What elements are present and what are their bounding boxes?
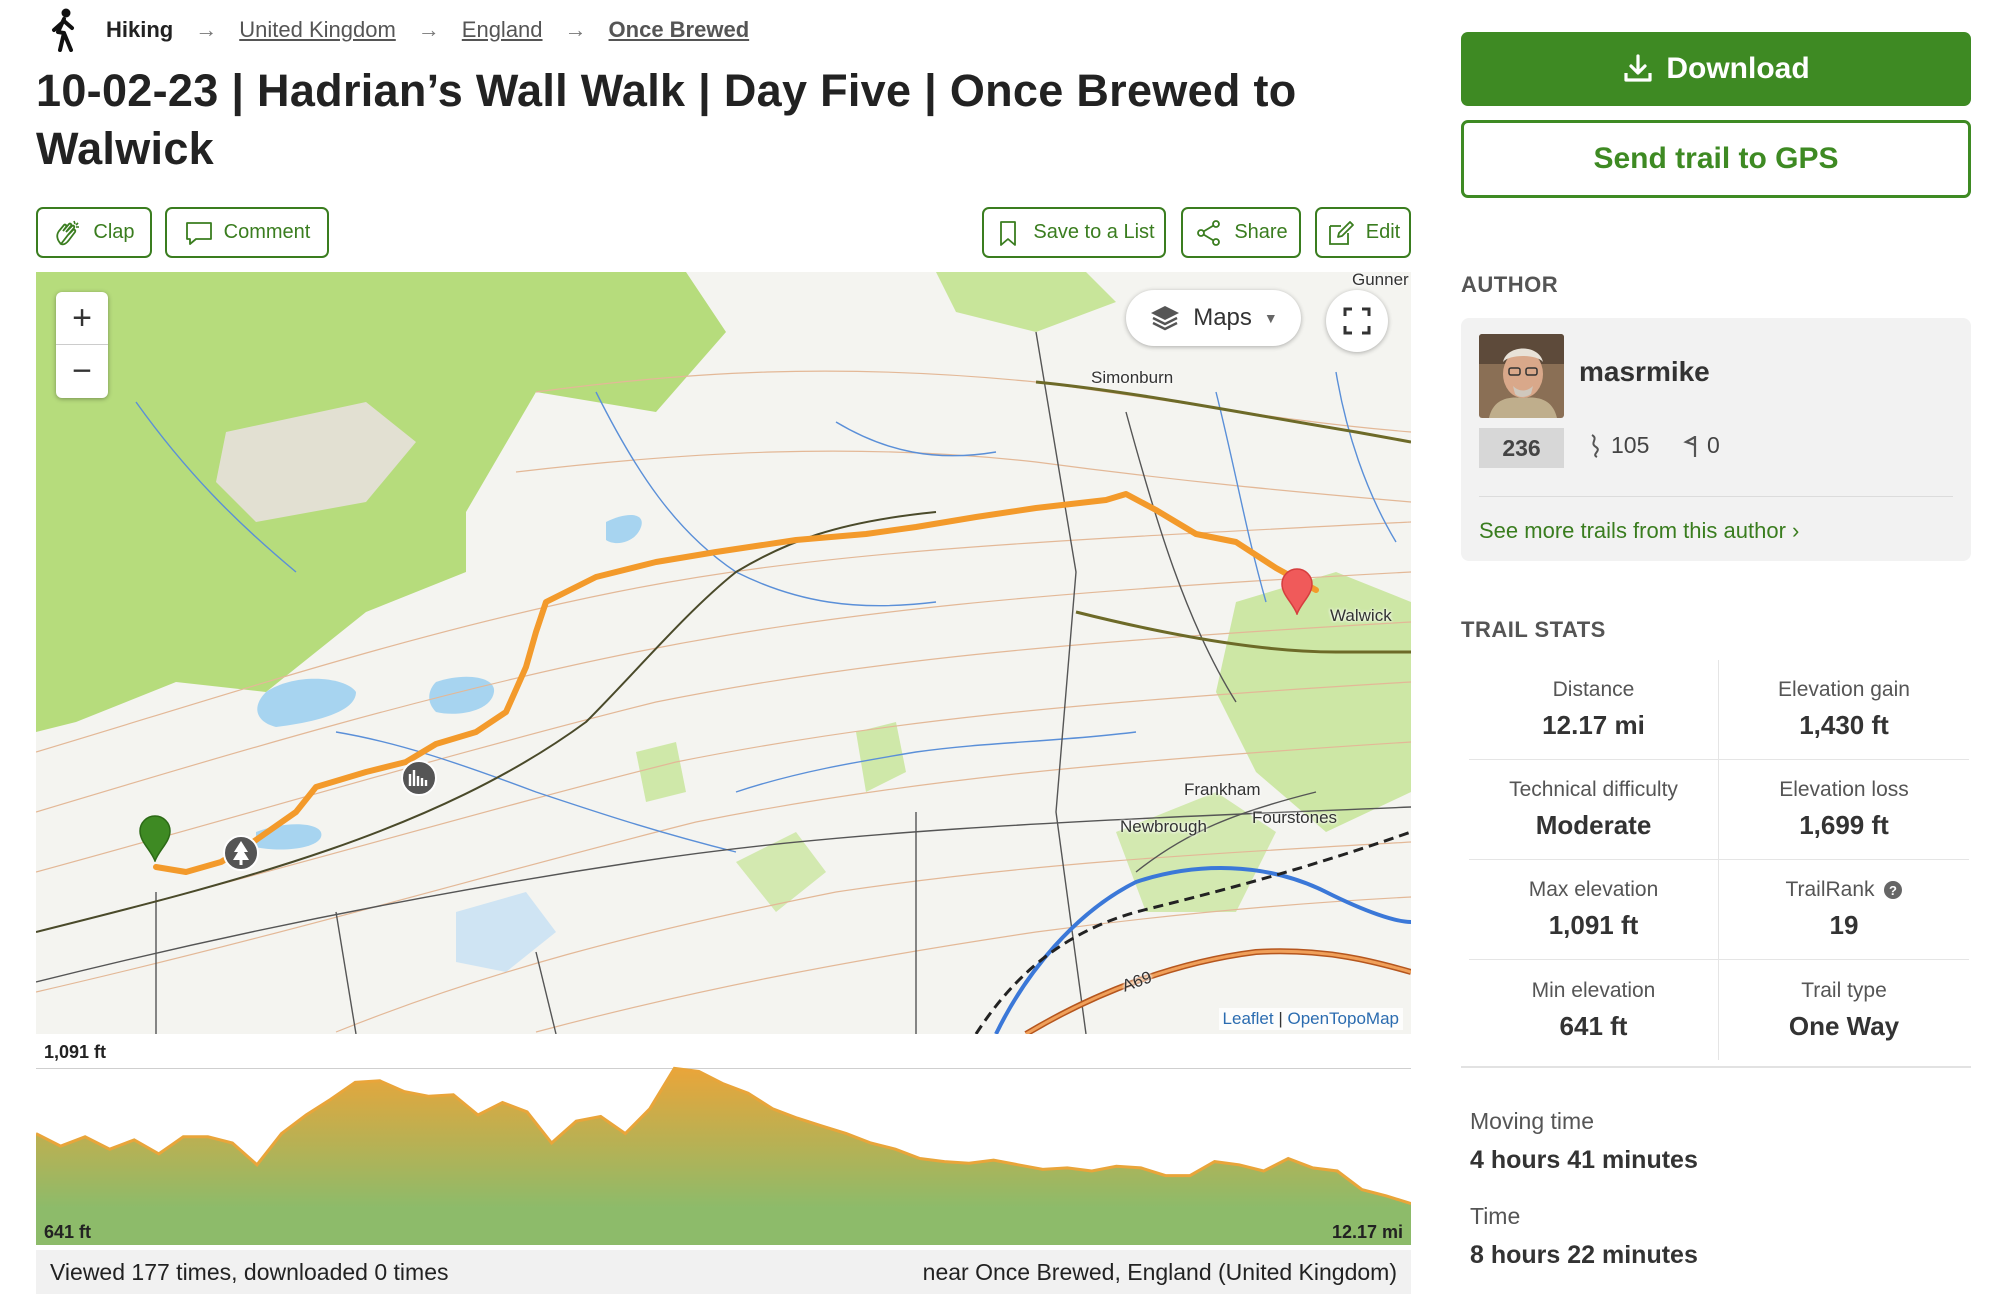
leaflet-link[interactable]: Leaflet	[1223, 1009, 1274, 1028]
fullscreen-button[interactable]	[1326, 290, 1388, 352]
save-label: Save to a List	[1033, 221, 1155, 243]
elevation-chart	[35, 1066, 1412, 1245]
stats-row: Distance 12.17 mi Elevation gain 1,430 f…	[1469, 660, 1969, 760]
stat-elevation-gain: Elevation gain 1,430 ft	[1778, 678, 1910, 740]
breadcrumb-country[interactable]: United Kingdom	[239, 17, 396, 43]
zoom-control: + −	[56, 292, 108, 398]
comment-label: Comment	[223, 221, 311, 243]
trail-location: near Once Brewed, England (United Kingdo…	[922, 1258, 1397, 1285]
edit-icon	[1328, 220, 1354, 245]
time-value: 8 hours 22 minutes	[1470, 1241, 1698, 1269]
flag-icon	[1683, 435, 1697, 457]
author-trails-value: 105	[1611, 432, 1650, 458]
opentopomap-link[interactable]: OpenTopoMap	[1287, 1009, 1399, 1028]
stat-trailrank: TrailRank ? 19	[1719, 860, 1969, 959]
clap-button[interactable]: Clap	[36, 207, 152, 258]
save-to-list-button[interactable]: Save to a List	[982, 207, 1166, 258]
send-to-gps-button[interactable]: Send trail to GPS	[1461, 120, 1971, 198]
map-label-walwick: Walwick	[1330, 606, 1392, 625]
stats-row: Min elevation 641 ft Trail type One Way	[1469, 960, 1969, 1060]
stats-divider	[1461, 1066, 1971, 1068]
trail-stats-grid: Distance 12.17 mi Elevation gain 1,430 f…	[1469, 660, 1969, 1060]
comment-icon	[185, 221, 212, 245]
moving-time-label: Moving time	[1470, 1108, 1594, 1134]
help-icon[interactable]: ?	[1883, 880, 1903, 900]
map-layers-button[interactable]: Maps ▼	[1126, 290, 1301, 346]
author-rank-badge: 236	[1479, 428, 1564, 468]
comment-button[interactable]: Comment	[165, 207, 329, 258]
arrow-right-icon: →	[417, 17, 440, 42]
time-label: Time	[1470, 1203, 1521, 1229]
stat-max-elevation: Max elevation 1,091 ft	[1469, 860, 1719, 959]
author-card: masrmike 236 105 0 See more trails from …	[1461, 318, 1971, 561]
share-label: Share	[1234, 221, 1288, 243]
map-label-fourstones: Fourstones	[1252, 808, 1338, 827]
elevation-min-label: 641 ft	[44, 1222, 92, 1242]
page-title: 10-02-23 | Hadrian’s Wall Walk | Day Fiv…	[36, 65, 1297, 174]
author-followers-value: 0	[1707, 432, 1720, 458]
share-button[interactable]: Share	[1181, 207, 1301, 258]
breadcrumb-place[interactable]: Once Brewed	[609, 17, 750, 43]
breadcrumb-activity[interactable]: Hiking	[106, 17, 173, 43]
trail-stats-heading: TRAIL STATS	[1461, 617, 1606, 642]
stats-row: Technical difficulty Moderate Elevation …	[1469, 760, 1969, 860]
author-name[interactable]: masrmike	[1579, 356, 1710, 388]
caret-down-icon: ▼	[1263, 310, 1278, 326]
layers-icon	[1151, 306, 1180, 331]
views-count: Viewed 177 times, downloaded 0 times	[50, 1258, 449, 1285]
tree-waypoint-icon[interactable]	[223, 835, 259, 871]
breadcrumb-region[interactable]: England	[462, 17, 543, 43]
author-divider	[1479, 496, 1953, 497]
arrow-right-icon: →	[564, 17, 587, 42]
layers-label: Maps	[1193, 304, 1252, 331]
stat-distance: Distance 12.17 mi	[1469, 660, 1719, 759]
stat-technical-difficulty: Technical difficulty Moderate	[1469, 760, 1719, 859]
map-label-newbrough: Newbrough	[1120, 817, 1207, 836]
hiker-icon	[52, 8, 74, 52]
share-icon	[1197, 219, 1221, 246]
moving-time-value: 4 hours 41 minutes	[1470, 1146, 1698, 1174]
avatar[interactable]	[1479, 334, 1564, 418]
elevation-max-label: 1,091 ft	[44, 1042, 107, 1062]
author-trails-count: 105	[1587, 432, 1649, 459]
author-followers-count: 0	[1683, 432, 1720, 459]
arrow-right-icon: →	[195, 17, 218, 42]
map-label-simonburn: Simonburn	[1091, 368, 1174, 387]
breadcrumb: Hiking → United Kingdom → England → Once…	[44, 8, 749, 52]
zoom-out-button[interactable]: −	[56, 345, 108, 398]
edit-button[interactable]: Edit	[1315, 207, 1411, 258]
download-label: Download	[1666, 52, 1810, 85]
map-attribution: Leaflet | OpenTopoMap	[1218, 1008, 1403, 1030]
fullscreen-icon	[1343, 307, 1371, 335]
trail-map[interactable]: Simonburn Walwick Frankham Newbrough Fou…	[36, 272, 1411, 1034]
stat-trail-type: Trail type One Way	[1788, 978, 1900, 1041]
elevation-distance-label: 12.17 mi	[1331, 1222, 1403, 1242]
viewpoint-waypoint-icon[interactable]	[401, 760, 437, 796]
stat-elevation-loss: Elevation loss 1,699 ft	[1779, 778, 1909, 840]
edit-label: Edit	[1365, 221, 1401, 243]
zoom-in-button[interactable]: +	[56, 292, 108, 345]
clap-label: Clap	[93, 221, 135, 243]
trail-meta-bar: Viewed 177 times, downloaded 0 times nea…	[36, 1250, 1411, 1294]
elevation-profile[interactable]: 1,091 ft 641 ft 12.17 mi	[35, 1040, 1412, 1245]
see-more-trails-link[interactable]: See more trails from this author ›	[1479, 518, 1799, 544]
clap-icon	[56, 220, 80, 245]
stats-row: Max elevation 1,091 ft TrailRank ? 19	[1469, 860, 1969, 960]
start-marker-icon[interactable]	[138, 814, 172, 862]
author-heading: AUTHOR	[1461, 272, 1559, 297]
download-icon	[1624, 54, 1652, 82]
trailrank-label: TrailRank	[1785, 878, 1875, 901]
map-label-gunner: Gunner	[1352, 272, 1409, 289]
topo-map-background	[36, 272, 1411, 1034]
trail-icon	[1591, 433, 1599, 458]
end-marker-icon[interactable]	[1280, 567, 1314, 615]
stat-min-elevation: Min elevation 641 ft	[1469, 960, 1719, 1060]
map-label-frankham: Frankham	[1184, 780, 1261, 799]
svg-text:?: ?	[1889, 883, 1897, 898]
download-button[interactable]: Download	[1461, 32, 1971, 106]
attribution-separator: |	[1273, 1009, 1288, 1028]
bookmark-icon	[1000, 220, 1017, 246]
